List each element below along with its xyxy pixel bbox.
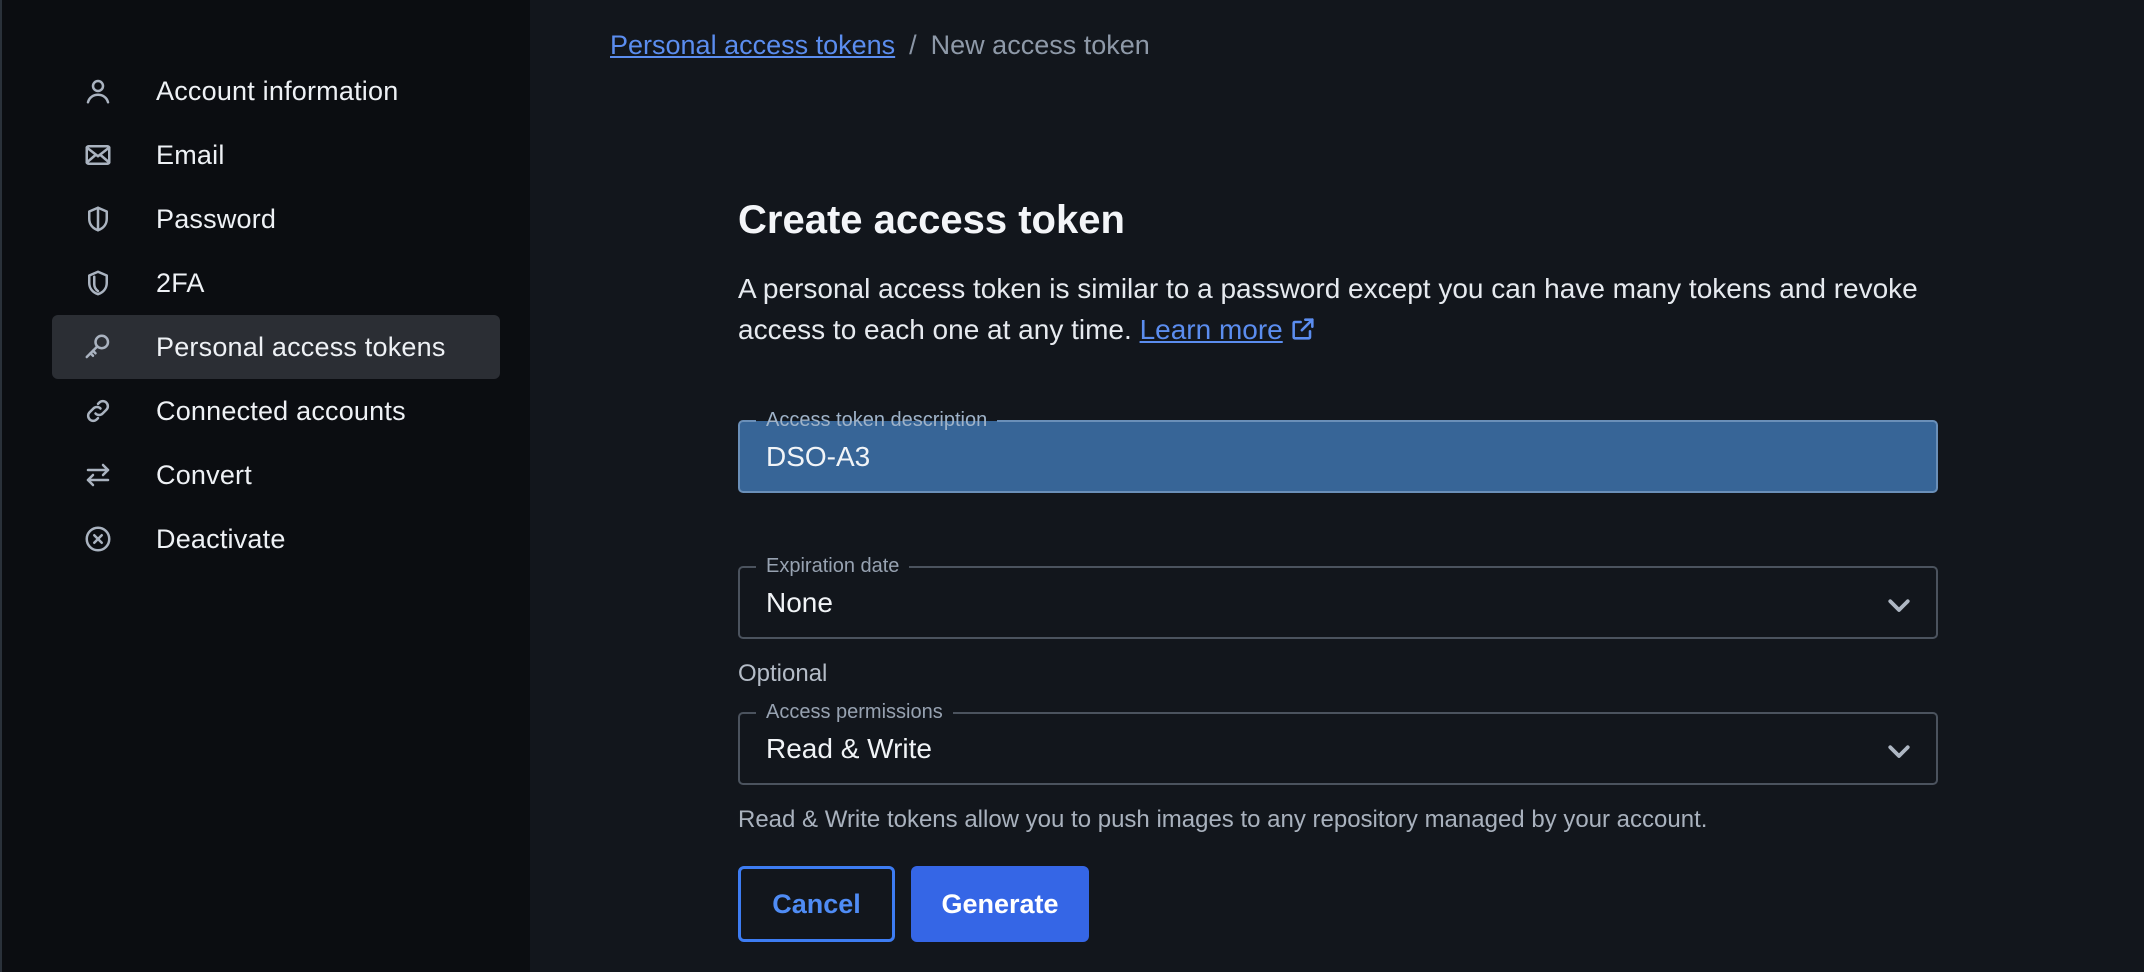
optional-label: Optional (738, 660, 828, 687)
expiration-date-select[interactable]: Expiration date None (738, 554, 1938, 639)
sidebar-item-password[interactable]: Password (52, 187, 500, 251)
sidebar-item-email[interactable]: Email (52, 123, 500, 187)
sidebar-item-label: Password (156, 203, 277, 234)
circle-x-icon (83, 524, 113, 554)
access-token-description-field[interactable]: Access token description (738, 408, 1938, 493)
key-icon (83, 332, 113, 362)
sidebar-item-convert[interactable]: Convert (52, 443, 500, 507)
sidebar-item-label: Account information (156, 75, 399, 106)
sidebar-item-account-information[interactable]: Account information (52, 59, 500, 123)
settings-nav: Account information Email Password 2FA P… (52, 59, 500, 571)
sidebar-item-label: Email (156, 139, 225, 170)
external-link-icon (1289, 313, 1317, 354)
envelope-icon (83, 140, 113, 170)
expiration-date-value: None (766, 587, 833, 618)
access-token-description-label: Access token description (756, 408, 998, 432)
access-permissions-value: Read & Write (766, 733, 932, 764)
sidebar-item-label: Connected accounts (156, 395, 406, 426)
sidebar-item-connected-accounts[interactable]: Connected accounts (52, 379, 500, 443)
link-icon (83, 396, 113, 426)
expiration-date-label: Expiration date (756, 554, 910, 578)
sidebar-item-label: Convert (156, 459, 252, 490)
sidebar-item-2fa[interactable]: 2FA (52, 251, 500, 315)
generate-button[interactable]: Generate (911, 866, 1089, 942)
access-permissions-label: Access permissions (756, 700, 953, 724)
page-title: Create access token (738, 198, 1125, 242)
breadcrumb-link-personal-access-tokens[interactable]: Personal access tokens (610, 30, 895, 60)
chevron-down-icon[interactable] (1884, 736, 1914, 766)
user-icon (83, 76, 113, 106)
shield-icon (83, 268, 113, 298)
swap-arrows-icon (83, 460, 113, 490)
access-token-description-input[interactable] (766, 441, 1866, 473)
settings-sidebar: Account information Email Password 2FA P… (0, 0, 530, 972)
access-permissions-select[interactable]: Access permissions Read & Write (738, 700, 1938, 785)
form-description: A personal access token is similar to a … (738, 268, 1968, 354)
breadcrumb-current: New access token (930, 30, 1150, 60)
sidebar-item-label: Personal access tokens (156, 331, 446, 362)
sidebar-item-label: Deactivate (156, 523, 286, 554)
breadcrumb-separator: / (909, 30, 917, 60)
description-text: A personal access token is similar to a … (738, 273, 1918, 345)
shield-half-icon (83, 204, 113, 234)
breadcrumb: Personal access tokens / New access token (610, 30, 1150, 61)
cancel-button[interactable]: Cancel (738, 866, 895, 942)
chevron-down-icon[interactable] (1884, 590, 1914, 620)
sidebar-item-personal-access-tokens[interactable]: Personal access tokens (52, 315, 500, 379)
permissions-helper-text: Read & Write tokens allow you to push im… (738, 806, 1708, 833)
sidebar-item-deactivate[interactable]: Deactivate (52, 507, 500, 571)
sidebar-item-label: 2FA (156, 267, 205, 298)
learn-more-link[interactable]: Learn more (1140, 314, 1283, 345)
